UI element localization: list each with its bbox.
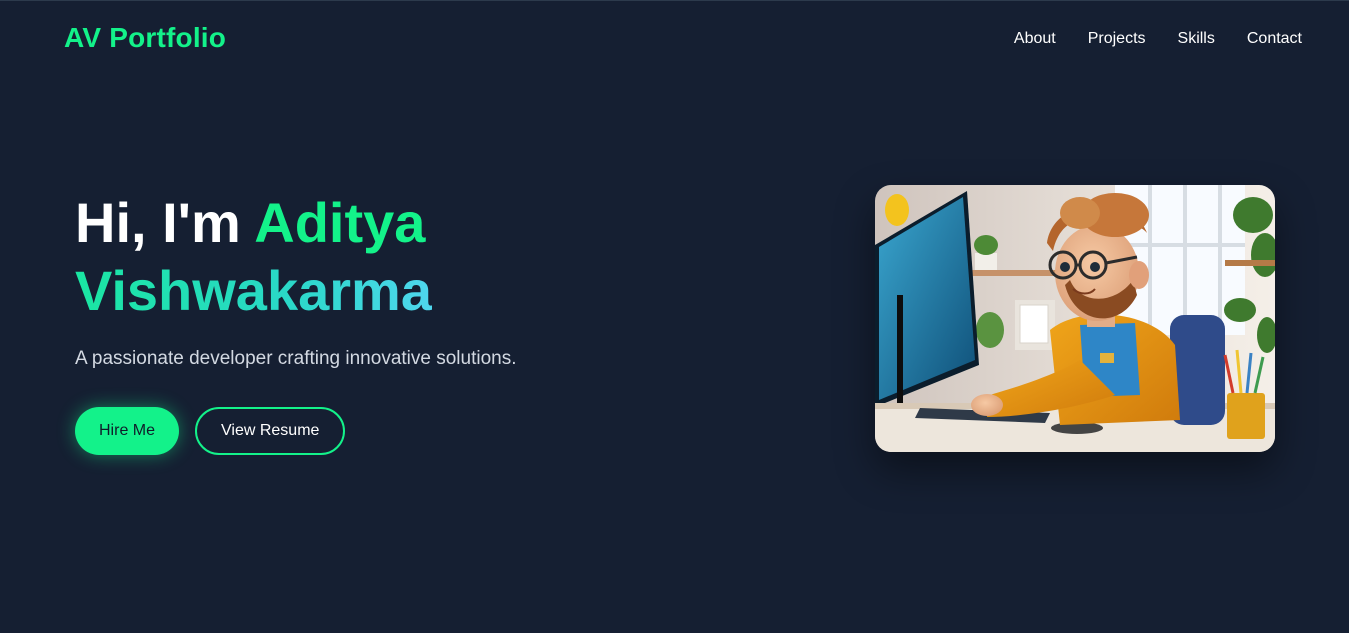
developer-illustration (875, 185, 1275, 452)
nav-link-skills[interactable]: Skills (1178, 29, 1215, 49)
hire-me-button[interactable]: Hire Me (75, 407, 180, 455)
view-resume-button[interactable]: View Resume (195, 407, 346, 455)
nav-link-contact[interactable]: Contact (1247, 29, 1302, 49)
hero-heading: Hi, I'm Aditya Vishwakarma (75, 189, 715, 325)
nav-link-projects[interactable]: Projects (1088, 29, 1146, 49)
developer-at-computer-image (875, 185, 1275, 452)
hero-tagline: A passionate developer crafting innovati… (75, 348, 517, 369)
hero-name-last: Vishwakarma (75, 259, 432, 322)
site-header: AV Portfolio About Projects Skills Conta… (0, 1, 1349, 77)
nav-link-about[interactable]: About (1014, 29, 1056, 49)
site-logo[interactable]: AV Portfolio (64, 21, 226, 55)
hero-section: Hi, I'm Aditya Vishwakarma A passionate … (75, 189, 715, 455)
hero-greeting: Hi, I'm (75, 191, 241, 254)
main-nav: About Projects Skills Contact (1014, 29, 1302, 49)
hero-buttons: Hire Me View Resume (75, 407, 715, 455)
hero-name-first: Aditya (254, 191, 426, 254)
